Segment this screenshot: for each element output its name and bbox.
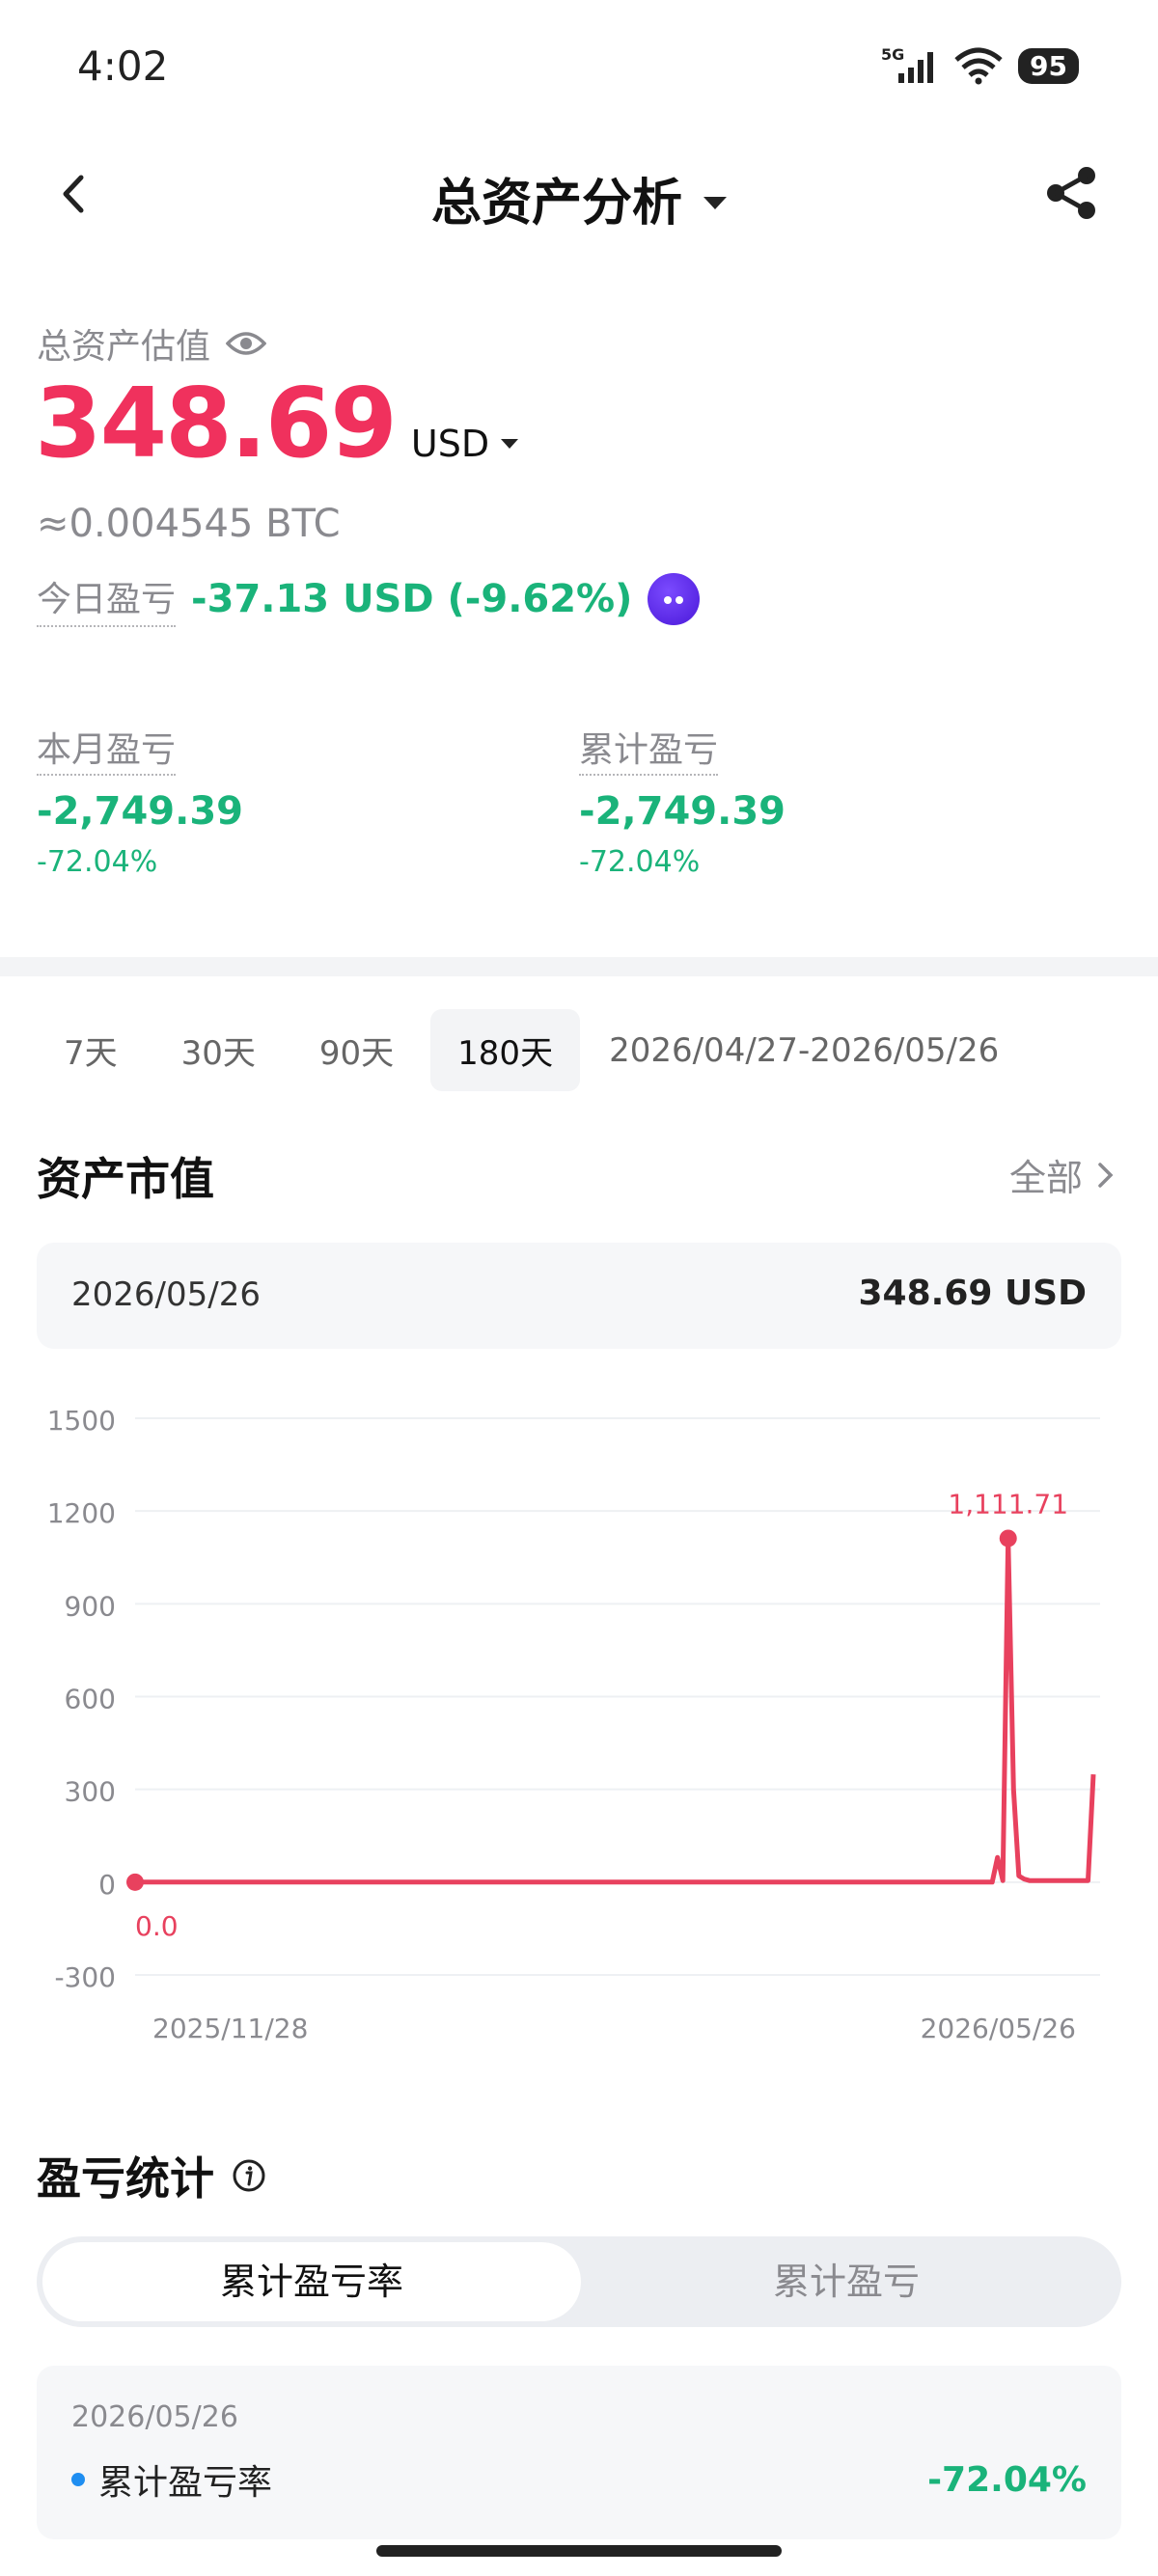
total-asset-value-row: 348.69 USD xyxy=(35,367,519,480)
tab-7d[interactable]: 7天 xyxy=(37,1009,145,1091)
pnl-stats-title-row: 盈亏统计 xyxy=(37,2144,266,2207)
eye-icon[interactable] xyxy=(226,330,267,357)
pnl-detail-card: 2026/05/26 累计盈亏率 -72.04% xyxy=(37,2366,1121,2539)
currency-label: USD xyxy=(410,423,490,465)
y-tick-label: 0 xyxy=(98,1869,116,1901)
asset-value-chart[interactable]: 1500 1200 900 600 300 0 -300 2025/11/28 2026/05/… xyxy=(0,1389,1158,2065)
pnl-toggle: 累计盈亏率 累计盈亏 xyxy=(37,2236,1121,2327)
chevron-right-icon xyxy=(1098,1162,1114,1188)
today-pnl-value: -37.13 USD (-9.62%) xyxy=(191,577,633,621)
min-point-marker xyxy=(126,1873,144,1891)
cumulative-pnl-pct: -72.04% xyxy=(579,845,701,879)
battery-indicator: 95 xyxy=(1018,47,1079,84)
wifi-icon xyxy=(954,47,1003,85)
view-all-label: 全部 xyxy=(1008,1157,1083,1199)
btc-equivalent: ≈0.004545 BTC xyxy=(37,502,341,546)
section-divider xyxy=(0,957,1158,976)
status-bar: 4:02 5G 95 xyxy=(0,0,1158,135)
month-pnl-label[interactable]: 本月盈亏 xyxy=(37,730,177,776)
pnl-card-date: 2026/05/26 xyxy=(71,2400,238,2434)
x-tick-label: 2026/05/26 xyxy=(921,2013,1076,2044)
caret-down-icon xyxy=(501,439,519,449)
tab-90d[interactable]: 90天 xyxy=(292,1009,421,1091)
toggle-cumulative-rate[interactable]: 累计盈亏率 xyxy=(42,2242,581,2321)
selected-value: 348.69 USD xyxy=(858,1274,1088,1313)
total-asset-label: 总资产估值 xyxy=(37,327,211,367)
series-dot-icon xyxy=(71,2473,85,2486)
page-title-dropdown[interactable]: 总资产分析 xyxy=(0,162,1158,234)
y-tick-label: 900 xyxy=(65,1590,116,1622)
cumulative-pnl-value: -2,749.39 xyxy=(579,789,786,834)
home-indicator xyxy=(376,2545,782,2557)
selected-point-bar: 2026/05/26 348.69 USD xyxy=(37,1243,1121,1349)
status-icons: 5G 95 xyxy=(881,46,1079,85)
toggle-cumulative-pnl[interactable]: 累计盈亏 xyxy=(577,2242,1116,2321)
custom-date-range[interactable]: 2026/04/27-2026/05/26 xyxy=(609,1031,999,1070)
month-pnl-value: -2,749.39 xyxy=(37,789,243,834)
pnl-card-label: 累计盈亏率 xyxy=(98,2463,273,2503)
currency-selector[interactable]: USD xyxy=(410,423,519,465)
month-pnl-pct: -72.04% xyxy=(37,845,158,879)
selected-date: 2026/05/26 xyxy=(71,1275,261,1314)
today-pnl-row: 今日盈亏 -37.13 USD (-9.62%) xyxy=(37,571,701,627)
y-tick-label: 1200 xyxy=(47,1497,116,1529)
tab-30d[interactable]: 30天 xyxy=(154,1009,283,1091)
y-tick-label: 300 xyxy=(65,1776,116,1808)
nav-bar: 总资产分析 xyxy=(0,145,1158,241)
today-pnl-label[interactable]: 今日盈亏 xyxy=(37,571,177,627)
mascot-avatar-icon[interactable] xyxy=(648,573,701,625)
pnl-card-value: -72.04% xyxy=(927,2459,1087,2500)
view-all-link[interactable]: 全部 xyxy=(1009,1148,1116,1201)
caret-down-icon xyxy=(703,196,727,209)
tab-180d[interactable]: 180天 xyxy=(430,1009,581,1091)
total-asset-value: 348.69 xyxy=(35,367,398,480)
pnl-card-row: 累计盈亏率 -72.04% xyxy=(71,2454,1087,2505)
page-title: 总资产分析 xyxy=(430,175,682,233)
max-point-label: 1,111.71 xyxy=(948,1488,1068,1520)
y-tick-label: 1500 xyxy=(47,1405,116,1437)
asset-value-title: 资产市值 xyxy=(37,1153,214,1205)
month-pnl-block: 本月盈亏 -2,749.39 -72.04% xyxy=(37,722,243,879)
y-tick-label: 600 xyxy=(65,1684,116,1715)
share-icon[interactable] xyxy=(1042,164,1100,222)
info-icon[interactable] xyxy=(232,2158,266,2193)
status-time: 4:02 xyxy=(77,42,169,90)
x-tick-label: 2025/11/28 xyxy=(152,2013,308,2044)
cellular-signal-icon: 5G xyxy=(881,46,934,83)
series-line xyxy=(135,1536,1096,1885)
range-tabs: 7天 30天 90天 180天 2026/04/27-2026/05/26 xyxy=(37,1009,999,1091)
cumulative-pnl-label[interactable]: 累计盈亏 xyxy=(579,730,719,776)
y-tick-label: -300 xyxy=(54,1961,116,1993)
max-point-marker xyxy=(999,1529,1017,1548)
cumulative-pnl-block: 累计盈亏 -2,749.39 -72.04% xyxy=(579,722,786,879)
svg-text:5G: 5G xyxy=(881,46,904,64)
total-asset-label-row: 总资产估值 xyxy=(37,318,267,369)
pnl-stats-title: 盈亏统计 xyxy=(37,2152,214,2205)
min-point-label: 0.0 xyxy=(135,1910,179,1942)
